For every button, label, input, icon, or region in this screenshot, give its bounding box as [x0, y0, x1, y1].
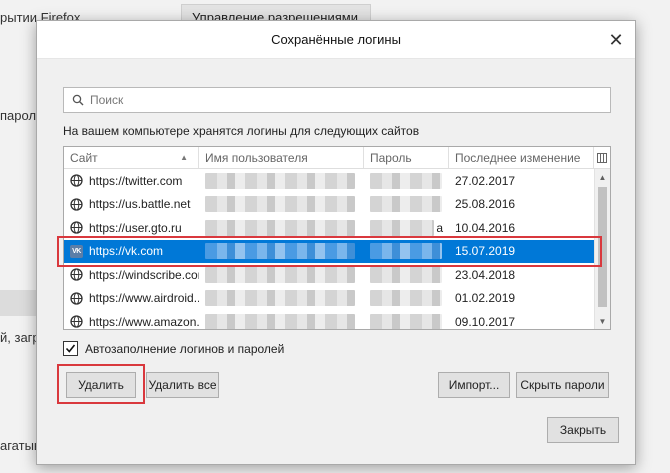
table-row[interactable]: https://www.amazon.ca 09.10.2017 [64, 310, 595, 329]
column-password-label: Пароль [370, 150, 412, 165]
logins-description: На вашем компьютере хранятся логины для … [63, 124, 420, 138]
column-picker-icon[interactable] [594, 147, 610, 168]
column-username-label: Имя пользователя [205, 150, 308, 165]
password-cell [364, 290, 449, 307]
search-icon [72, 94, 84, 106]
delete-all-button[interactable]: Удалить все [146, 372, 219, 398]
autofill-checkbox[interactable] [63, 341, 78, 356]
site-url: https://us.battle.net [89, 197, 191, 212]
username-cell [199, 172, 364, 189]
delete-button-highlight [57, 364, 145, 404]
password-cell [364, 172, 449, 189]
site-cell: https://twitter.com [64, 174, 199, 188]
selected-row-highlight [57, 236, 602, 267]
date-cell: 10.04.2016 [455, 220, 516, 235]
site-cell: https://www.airdroid.... [64, 291, 199, 305]
site-cell: https://user.gto.ru [64, 221, 199, 235]
background-text: агатыь [0, 438, 41, 453]
site-cell: https://us.battle.net [64, 197, 199, 211]
background-band [0, 290, 36, 316]
autofill-label: Автозаполнение логинов и паролей [85, 341, 285, 356]
globe-icon [70, 292, 83, 305]
username-cell [199, 313, 364, 329]
saved-logins-dialog: Сохранённые логины ✕ На вашем компьютере… [36, 20, 636, 465]
date-cell: 09.10.2017 [455, 314, 516, 329]
scroll-up-icon[interactable]: ▲ [595, 169, 610, 185]
search-input[interactable] [90, 93, 610, 107]
table-row[interactable]: https://us.battle.net 25.08.2016 [64, 193, 595, 217]
date-cell: 25.08.2016 [455, 197, 516, 212]
site-url: https://www.airdroid.... [89, 291, 199, 306]
scroll-down-icon[interactable]: ▼ [595, 313, 610, 329]
globe-icon [70, 174, 83, 187]
overflow-text: а [436, 220, 443, 235]
password-cell [364, 266, 449, 283]
close-button[interactable]: Закрыть [547, 417, 619, 443]
username-cell [199, 196, 364, 213]
table-row[interactable]: https://www.airdroid.... 01.02.2019 [64, 287, 595, 311]
background-text: й, загр [0, 330, 40, 345]
date-cell: 01.02.2019 [455, 291, 516, 306]
search-box[interactable] [63, 87, 611, 113]
column-last-changed[interactable]: Последнее изменение [449, 147, 594, 168]
site-url: https://user.gto.ru [89, 220, 182, 235]
password-cell [364, 196, 449, 213]
globe-icon [70, 315, 83, 328]
column-password[interactable]: Пароль [364, 147, 449, 168]
password-cell: а [364, 219, 449, 236]
column-site[interactable]: Сайт ▲ [64, 147, 199, 168]
hide-passwords-button[interactable]: Скрыть пароли [516, 372, 609, 398]
sort-ascending-icon: ▲ [180, 153, 188, 162]
username-cell [199, 219, 364, 236]
site-url: https://windscribe.com [89, 267, 199, 282]
column-last-changed-label: Последнее изменение [455, 150, 581, 165]
column-site-label: Сайт [70, 150, 98, 165]
date-cell: 23.04.2018 [455, 267, 516, 282]
table-row[interactable]: https://twitter.com 27.02.2017 [64, 169, 595, 193]
site-url: https://twitter.com [89, 173, 183, 188]
table-header: Сайт ▲ Имя пользователя Пароль Последнее… [64, 147, 610, 169]
close-icon[interactable]: ✕ [605, 29, 627, 51]
globe-icon [70, 198, 83, 211]
date-cell: 27.02.2017 [455, 173, 516, 188]
column-username[interactable]: Имя пользователя [199, 147, 364, 168]
username-cell [199, 290, 364, 307]
globe-icon [70, 221, 83, 234]
site-cell: https://www.amazon.ca [64, 315, 199, 329]
username-cell [199, 266, 364, 283]
dialog-titlebar: Сохранённые логины ✕ [37, 21, 635, 59]
globe-icon [70, 268, 83, 281]
site-url: https://www.amazon.ca [89, 314, 199, 329]
autofill-option[interactable]: Автозаполнение логинов и паролей [63, 341, 284, 356]
site-cell: https://windscribe.com [64, 268, 199, 282]
dialog-title: Сохранённые логины [271, 32, 401, 47]
password-cell [364, 313, 449, 329]
check-icon [65, 344, 76, 353]
import-button[interactable]: Импорт... [438, 372, 510, 398]
